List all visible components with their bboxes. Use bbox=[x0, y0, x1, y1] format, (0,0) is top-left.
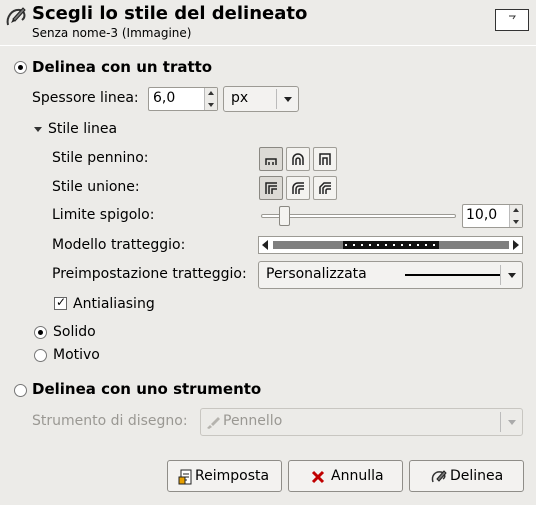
paint-tool-label: Strumento di disegno: bbox=[32, 413, 188, 429]
paintbrush-icon bbox=[207, 417, 220, 429]
cancel-button[interactable]: Annulla bbox=[288, 460, 403, 492]
miter-limit-slider[interactable] bbox=[261, 214, 456, 218]
cap-round-icon bbox=[292, 153, 304, 165]
line-width-spinner[interactable]: 6,0 bbox=[148, 87, 218, 111]
paint-tool-select[interactable]: Pennello bbox=[200, 408, 523, 436]
antialiasing-checkbox[interactable] bbox=[54, 295, 67, 310]
reset-icon bbox=[178, 469, 192, 485]
pattern-label[interactable]: Motivo bbox=[53, 347, 100, 363]
stroke-dialog-icon bbox=[6, 7, 26, 26]
spin-arrows-icon[interactable] bbox=[509, 205, 522, 227]
join-bevel-icon bbox=[319, 182, 331, 194]
header-separator bbox=[0, 45, 536, 46]
cap-square-icon bbox=[319, 153, 331, 165]
miter-limit-spinner[interactable]: 10,0 bbox=[462, 204, 523, 228]
line-width-label: Spessore linea: bbox=[32, 90, 139, 106]
join-round-toggle[interactable] bbox=[286, 176, 310, 200]
stroke-path-icon bbox=[431, 470, 447, 483]
paint-tool-value: Pennello bbox=[223, 413, 283, 429]
spin-arrows-icon[interactable] bbox=[204, 88, 217, 110]
cap-butt-icon bbox=[265, 158, 277, 165]
stroke-tool-label[interactable]: Delinea con uno strumento bbox=[32, 380, 261, 398]
cap-square-toggle[interactable] bbox=[313, 147, 337, 171]
line-style-expander[interactable]: Stile linea bbox=[48, 121, 117, 137]
dash-preset-select[interactable]: Personalizzata bbox=[258, 261, 523, 289]
stroke-button[interactable]: Delinea bbox=[409, 460, 524, 492]
join-style-label: Stile unione: bbox=[52, 179, 140, 195]
stroke-line-radio[interactable] bbox=[14, 61, 27, 74]
dialog-subtitle: Senza nome-3 (Immagine) bbox=[32, 26, 192, 40]
join-round-icon bbox=[292, 182, 304, 194]
expander-triangle-icon[interactable] bbox=[34, 125, 43, 134]
chevron-down-icon[interactable] bbox=[500, 265, 522, 285]
antialiasing-label[interactable]: Antialiasing bbox=[73, 296, 155, 312]
dash-preset-preview-line bbox=[405, 274, 501, 276]
miter-limit-value: 10,0 bbox=[466, 207, 498, 223]
join-bevel-toggle[interactable] bbox=[313, 176, 337, 200]
pattern-radio[interactable] bbox=[34, 349, 47, 362]
dash-preset-value: Personalizzata bbox=[266, 266, 367, 282]
miter-limit-slider-knob[interactable] bbox=[279, 206, 291, 226]
solid-label[interactable]: Solido bbox=[53, 324, 96, 340]
reset-button-label: Reimposta bbox=[195, 468, 270, 484]
stroke-tool-radio[interactable] bbox=[14, 384, 27, 397]
scroll-right-icon[interactable] bbox=[513, 240, 519, 250]
reset-button[interactable]: Reimposta bbox=[167, 460, 282, 492]
dash-pattern-label: Modello tratteggio: bbox=[52, 237, 186, 253]
unit-select[interactable]: px bbox=[223, 86, 299, 112]
stroke-line-label[interactable]: Delinea con un tratto bbox=[32, 58, 212, 76]
stroke-button-label: Delinea bbox=[450, 468, 504, 484]
solid-radio[interactable] bbox=[34, 326, 47, 339]
cap-round-toggle[interactable] bbox=[286, 147, 310, 171]
dialog-title: Scegli lo stile del delineato bbox=[32, 3, 308, 24]
join-miter-icon bbox=[265, 182, 277, 194]
miter-limit-label: Limite spigolo: bbox=[52, 207, 155, 223]
line-width-value: 6,0 bbox=[153, 90, 176, 106]
cancel-button-label: Annulla bbox=[331, 468, 384, 484]
dash-pattern-editor[interactable] bbox=[258, 236, 523, 254]
chevron-down-icon[interactable] bbox=[500, 412, 522, 432]
close-icon bbox=[311, 470, 325, 484]
join-miter-toggle[interactable] bbox=[259, 176, 283, 200]
unit-value: px bbox=[231, 90, 249, 106]
dash-preset-label: Preimpostazione tratteggio: bbox=[52, 266, 247, 282]
cap-butt-toggle[interactable] bbox=[259, 147, 283, 171]
chevron-down-icon[interactable] bbox=[276, 89, 298, 109]
image-preview-thumbnail bbox=[495, 9, 529, 31]
cap-style-label: Stile pennino: bbox=[52, 150, 149, 166]
scroll-left-icon[interactable] bbox=[262, 240, 268, 250]
